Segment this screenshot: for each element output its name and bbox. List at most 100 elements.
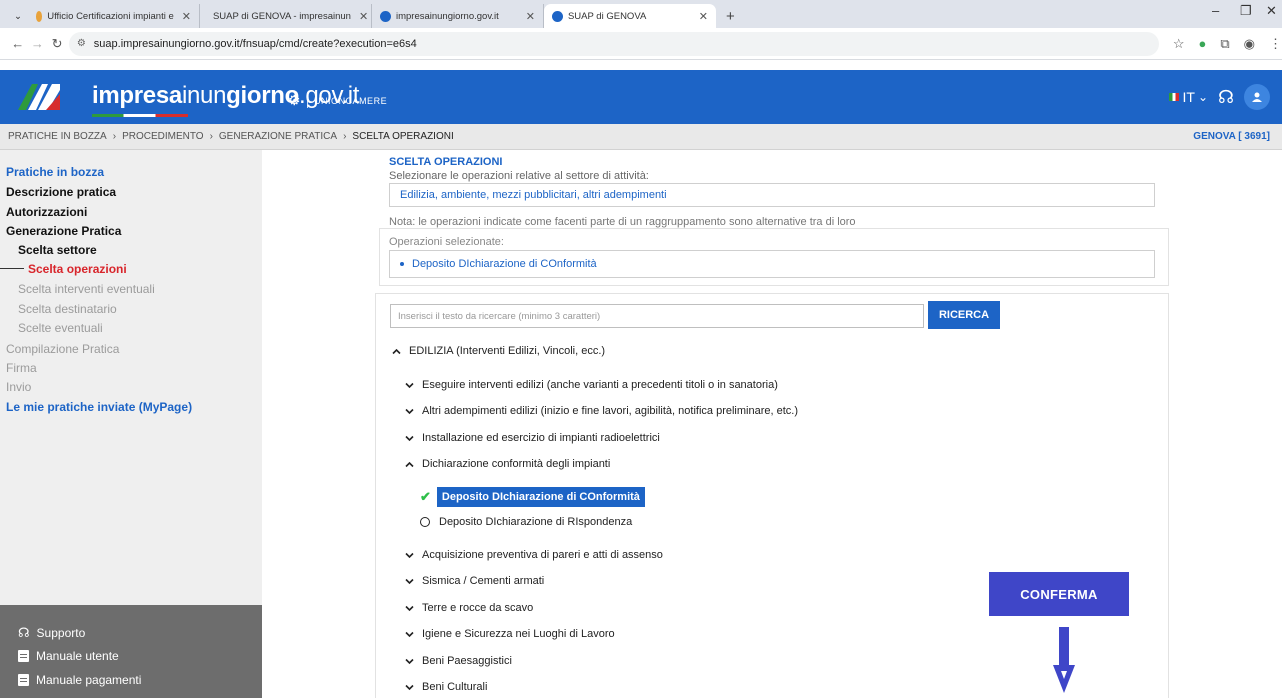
page-title: SCELTA OPERAZIONI: [389, 156, 503, 168]
chevron-up-icon: [405, 460, 414, 468]
chevron-down-icon: ⌄: [1197, 90, 1208, 104]
sidebar-item-scelta-settore[interactable]: Scelta settore: [18, 243, 97, 257]
tab-title: impresainungiorno.gov.it: [395, 10, 499, 22]
chevron-down-icon: [405, 551, 414, 559]
close-icon[interactable]: ✕: [351, 10, 368, 23]
sidebar-item-generazione-pratica[interactable]: Generazione Pratica: [6, 224, 121, 238]
chevron-right-icon: ›: [209, 131, 213, 142]
breadcrumb: PRATICHE IN BOZZA › PROCEDIMENTO › GENER…: [0, 124, 1282, 150]
current-step-marker: [0, 268, 24, 269]
arrow-down-icon: [1053, 627, 1075, 693]
support-icon[interactable]: ☊: [1218, 87, 1234, 108]
site-info-icon[interactable]: ⚙: [77, 38, 86, 49]
support-link[interactable]: ☊ Supporto: [18, 625, 85, 641]
breadcrumb-item[interactable]: PRATICHE IN BOZZA: [8, 131, 107, 142]
menu-icon[interactable]: ⋮: [1269, 36, 1282, 52]
search-input[interactable]: [390, 304, 924, 328]
minimize-icon[interactable]: –: [1212, 3, 1219, 18]
browser-tab[interactable]: Ufficio Certificazioni impianti e ✕: [28, 4, 200, 28]
unioncamere-emblem-icon: ⚙: [288, 92, 302, 108]
group-row[interactable]: Installazione ed esercizio di impianti r…: [405, 432, 660, 444]
group-row[interactable]: Beni Paesaggistici: [405, 655, 512, 667]
group-row[interactable]: Beni Culturali: [405, 681, 487, 693]
breadcrumb-item[interactable]: PROCEDIMENTO: [122, 131, 204, 142]
browser-tab[interactable]: impresainungiorno.gov.it ✕: [372, 4, 544, 28]
group-row[interactable]: Terre e rocce da scavo: [405, 602, 533, 614]
site-logo-icon[interactable]: [16, 80, 62, 114]
manual-icon: [18, 674, 29, 686]
tab-list-button[interactable]: ⌄: [8, 4, 28, 28]
sidebar-item-mypage[interactable]: Le mie pratiche inviate (MyPage): [6, 400, 192, 414]
search-button[interactable]: RICERCA: [928, 301, 1000, 329]
sidebar-help-panel: ☊ Supporto Manuale utente Manuale pagame…: [0, 605, 262, 698]
sidebar-item-descrizione-pratica[interactable]: Descrizione pratica: [6, 185, 116, 199]
selected-operations-label: Operazioni selezionate:: [389, 236, 504, 248]
location-badge[interactable]: GENOVA [ 3691]: [1193, 131, 1270, 142]
close-icon[interactable]: ✕: [174, 10, 191, 23]
reload-icon[interactable]: ↻: [49, 36, 65, 52]
favicon-icon: [379, 10, 391, 22]
payments-manual-link[interactable]: Manuale pagamenti: [18, 673, 141, 687]
close-icon[interactable]: ✕: [518, 10, 535, 23]
back-icon[interactable]: ←: [10, 36, 26, 51]
checkmark-icon: ✔: [420, 489, 431, 504]
favicon-icon: [35, 10, 43, 22]
chevron-down-icon: [405, 683, 414, 691]
option-unchecked[interactable]: Deposito DIchiarazione di RIspondenza: [420, 516, 632, 528]
breadcrumb-current: SCELTA OPERAZIONI: [352, 131, 454, 142]
browser-tab[interactable]: SUAP di GENOVA - impresainun ✕: [200, 4, 372, 28]
close-window-icon[interactable]: ✕: [1266, 3, 1277, 19]
chevron-down-icon: [405, 381, 414, 389]
browser-tab-bar: ⌄ Ufficio Certificazioni impianti e ✕ SU…: [0, 0, 1282, 28]
chevron-down-icon: [405, 577, 414, 585]
selected-operation-item[interactable]: Deposito DIchiarazione di COnformità: [412, 258, 597, 270]
group-row[interactable]: Eseguire interventi edilizi (anche varia…: [405, 379, 778, 391]
profile-icon[interactable]: ◉: [1244, 36, 1255, 52]
chevron-right-icon: ›: [112, 131, 117, 142]
chevron-right-icon: ›: [343, 131, 347, 142]
language-selector[interactable]: IT ⌄: [1169, 89, 1208, 105]
sector-field[interactable]: Edilizia, ambiente, mezzi pubblicitari, …: [389, 183, 1155, 207]
bookmark-star-icon[interactable]: ☆: [1173, 36, 1185, 52]
group-row-expanded[interactable]: Dichiarazione conformità degli impianti: [405, 458, 610, 470]
sidebar-item-scelta-operazioni[interactable]: Scelta operazioni: [28, 262, 127, 276]
category-edilizia[interactable]: EDILIZIA (Interventi Edilizi, Vincoli, e…: [392, 345, 605, 357]
sidebar-item-compilazione-pratica: Compilazione Pratica: [6, 342, 120, 356]
sidebar-item-scelte-eventuali: Scelte eventuali: [18, 321, 103, 335]
group-row[interactable]: Sismica / Cementi armati: [405, 575, 544, 587]
browser-tab-active[interactable]: SUAP di GENOVA ✕: [543, 4, 716, 28]
url-text: suap.impresainungiorno.gov.it/fnsuap/cmd…: [93, 37, 417, 50]
radio-circle-icon: [420, 517, 430, 527]
close-icon[interactable]: ✕: [691, 10, 708, 23]
address-bar: ← → ↻ ⚙ suap.impresainungiorno.gov.it/fn…: [0, 28, 1282, 60]
new-tab-button[interactable]: +: [716, 4, 745, 28]
main-content: SCELTA OPERAZIONI Selezionare le operazi…: [262, 150, 1282, 698]
forward-icon[interactable]: →: [30, 36, 46, 51]
logo-tricolor-bar: [92, 114, 188, 117]
chevron-down-icon: [405, 657, 414, 665]
chevron-down-icon: [405, 407, 414, 415]
manual-icon: [18, 650, 29, 662]
tab-title: SUAP di GENOVA - impresainun: [212, 10, 351, 22]
sidebar-item-invio: Invio: [6, 380, 32, 394]
group-row[interactable]: Igiene e Sicurezza nei Luoghi di Lavoro: [405, 628, 615, 640]
sidebar-item-pratiche-in-bozza[interactable]: Pratiche in bozza: [6, 165, 104, 179]
group-row[interactable]: Altri adempimenti edilizi (inizio e fine…: [405, 405, 798, 417]
alternatives-note: Nota: le operazioni indicate come facent…: [389, 216, 856, 228]
confirm-button[interactable]: CONFERMA: [989, 572, 1129, 616]
user-manual-link[interactable]: Manuale utente: [18, 649, 119, 663]
url-field[interactable]: ⚙ suap.impresainungiorno.gov.it/fnsuap/c…: [68, 31, 1159, 56]
site-header: impresainungiorno.gov.it ⚙ UNIONCAMERE I…: [0, 70, 1282, 124]
selected-operations-list: Deposito DIchiarazione di COnformità: [389, 250, 1155, 278]
sidebar-item-scelta-interventi: Scelta interventi eventuali: [18, 282, 155, 296]
sidebar-item-firma: Firma: [6, 361, 37, 375]
sidebar-item-autorizzazioni[interactable]: Autorizzazioni: [6, 205, 87, 219]
user-avatar[interactable]: [1244, 84, 1270, 110]
group-row[interactable]: Acquisizione preventiva di pareri e atti…: [405, 549, 663, 561]
option-checked[interactable]: ✔ Deposito DIchiarazione di COnformità: [420, 487, 645, 507]
breadcrumb-item[interactable]: GENERAZIONE PRATICA: [219, 131, 337, 142]
extensions-puzzle-icon[interactable]: ⧉: [1220, 36, 1229, 52]
restore-icon[interactable]: ❐: [1240, 3, 1252, 19]
sidebar: Pratiche in bozza Descrizione pratica Au…: [0, 150, 262, 698]
extension-icon[interactable]: ●: [1198, 36, 1206, 51]
